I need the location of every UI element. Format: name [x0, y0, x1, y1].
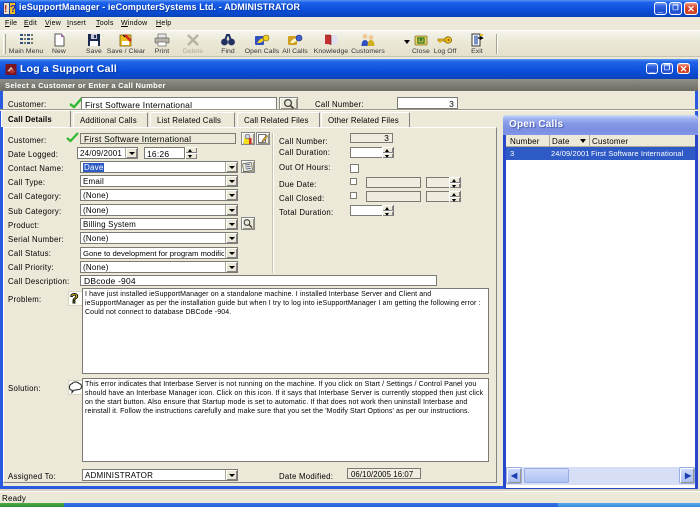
svg-text:?: ?	[10, 4, 16, 15]
svg-text:?: ?	[70, 290, 79, 306]
svg-text:!: !	[4, 4, 7, 15]
